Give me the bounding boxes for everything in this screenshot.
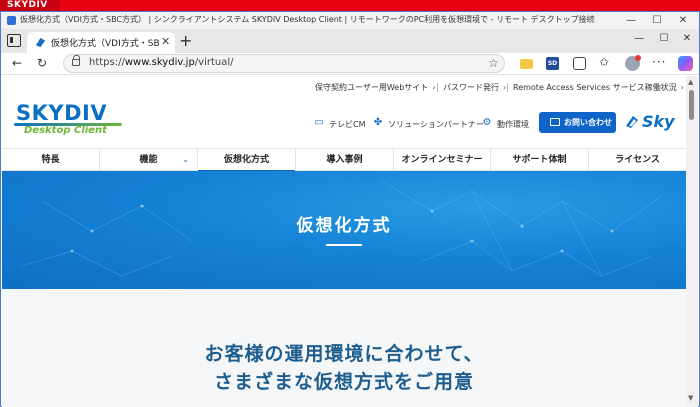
- screen: SKYDIV 仮想化方式（VDI方式・SBC方式） | シンクライアントシステム…: [0, 0, 700, 407]
- url-host: www.skydiv.jp: [124, 57, 195, 68]
- tab-active[interactable]: 仮想化方式（VDI方式・SBC方式 ✕: [27, 32, 175, 53]
- address-bar[interactable]: https://www.skydiv.jp/virtual/ ☆: [63, 54, 505, 73]
- app-icon: [7, 16, 16, 25]
- site-favicon-icon: [35, 37, 46, 48]
- copilot-icon[interactable]: [678, 56, 693, 71]
- favorites-icon[interactable]: ✩: [599, 55, 612, 69]
- sky-mark-icon: [626, 116, 638, 128]
- nav-item-cases[interactable]: 導入事例: [296, 149, 394, 171]
- profile-avatar[interactable]: [625, 55, 641, 71]
- window-title: 仮想化方式（VDI方式・SBC方式） | シンクライアントシステム SKYDIV…: [20, 15, 595, 24]
- chevron-right-icon: ›: [432, 83, 436, 92]
- main-content: お客様の運用環境に合わせて、 さまざまな仮想方式をご用意: [2, 289, 686, 407]
- browser-toolbar: ← ↻ https://www.skydiv.jp/virtual/ ☆ SD …: [1, 53, 699, 75]
- window-maximize-button[interactable]: ☐: [644, 13, 670, 28]
- sd-extension-icon[interactable]: SD: [546, 57, 559, 70]
- refresh-icon[interactable]: ↻: [34, 56, 50, 70]
- nav-item-license[interactable]: ライセンス: [589, 149, 686, 171]
- contact-button[interactable]: お問い合わせ: [539, 112, 616, 133]
- nav-item-label: 機能: [139, 155, 158, 165]
- mail-icon: [550, 118, 560, 126]
- chevron-down-icon: ⌄: [182, 155, 189, 164]
- window-close-button[interactable]: ✕: [670, 13, 696, 28]
- hero-title: 仮想化方式: [296, 216, 392, 236]
- tab-close-icon[interactable]: ✕: [161, 35, 170, 48]
- nav-item-functions[interactable]: 機能 ⌄: [100, 149, 198, 171]
- folder-extension-icon[interactable]: [520, 59, 533, 69]
- contact-label: お問い合わせ: [564, 118, 612, 127]
- window-minimize-button[interactable]: —: [618, 13, 644, 28]
- header-link-partner[interactable]: ソリューションパートナー: [388, 119, 484, 130]
- url-scheme: https://: [89, 57, 125, 68]
- util-divider: [437, 83, 438, 92]
- scroll-thumb[interactable]: [689, 90, 694, 120]
- outer-brand-bar: [0, 0, 700, 11]
- tab-actions-icon[interactable]: [7, 34, 21, 47]
- hero-banner: 仮想化方式: [2, 171, 686, 289]
- url-text[interactable]: https://www.skydiv.jp/virtual/: [89, 57, 234, 68]
- hero-underline: [326, 244, 362, 246]
- maximize-button[interactable]: ☐: [654, 33, 674, 44]
- util-link-label: パスワード発行: [443, 83, 499, 92]
- handshake-icon: ✤: [373, 117, 383, 128]
- util-link-ras-status[interactable]: Remote Access Services サービス稼働状況 ›: [513, 82, 684, 93]
- utility-bar: 保守契約ユーザー用Webサイト › パスワード発行 › Remote Access …: [2, 76, 686, 98]
- back-icon[interactable]: ←: [9, 56, 25, 70]
- page-scrollbar[interactable]: ▲ ▼: [686, 76, 698, 407]
- outer-brand-logo: SKYDIV: [7, 0, 48, 10]
- lead-heading-line2: さまざまな仮想方式をご用意: [213, 371, 474, 393]
- util-link-maintenance[interactable]: 保守契約ユーザー用Webサイト ›: [315, 82, 435, 93]
- util-link-password[interactable]: パスワード発行 ›: [443, 82, 506, 93]
- title-bar: 仮想化方式（VDI方式・SBC方式） | シンクライアントシステム SKYDIV…: [1, 12, 699, 29]
- util-divider: [507, 83, 508, 92]
- lock-icon[interactable]: [72, 55, 80, 66]
- gear-icon: ⚙: [482, 117, 492, 128]
- header-link-tvcm[interactable]: テレビCM: [329, 119, 366, 130]
- global-nav: 特長 機能 ⌄ 仮想化方式 導入事例 オンラインセミナー サポート体制 ライセンス: [2, 148, 686, 172]
- lead-heading-line1: お客様の運用環境に合わせて、: [204, 343, 484, 365]
- scroll-up-icon[interactable]: ▲: [688, 78, 693, 86]
- site-logo[interactable]: SKYDIV Desktop Client: [14, 101, 124, 139]
- tab-strip: 仮想化方式（VDI方式・SBC方式 ✕ + — ☐ ✕: [1, 29, 699, 53]
- extensions-puzzle-icon[interactable]: [573, 57, 586, 70]
- nav-item-virtualization[interactable]: 仮想化方式: [198, 149, 296, 172]
- favorite-star-icon[interactable]: ☆: [488, 56, 499, 70]
- sky-wordmark: Sky: [642, 112, 675, 131]
- web-page: 保守契約ユーザー用Webサイト › パスワード発行 › Remote Access …: [2, 76, 686, 407]
- minimize-button[interactable]: —: [629, 33, 649, 44]
- scroll-down-icon[interactable]: ▼: [688, 394, 693, 402]
- new-tab-button[interactable]: +: [179, 31, 192, 50]
- more-menu-icon[interactable]: ···: [652, 55, 666, 69]
- logo-wordmark: SKYDIV: [16, 101, 108, 125]
- tv-icon: ▭: [314, 117, 324, 128]
- close-button[interactable]: ✕: [677, 33, 697, 44]
- util-link-label: 保守契約ユーザー用Webサイト: [315, 83, 429, 92]
- nav-item-support[interactable]: サポート体制: [491, 149, 589, 171]
- util-link-label: Remote Access Services サービス稼働状況: [513, 83, 677, 92]
- chevron-right-icon: ›: [503, 83, 507, 92]
- nav-item-features[interactable]: 特長: [2, 149, 100, 171]
- nav-item-seminar[interactable]: オンラインセミナー: [394, 149, 491, 171]
- header-link-environment[interactable]: 動作環境: [497, 119, 529, 130]
- logo-subtitle: Desktop Client: [24, 125, 107, 136]
- chevron-right-icon: ›: [680, 83, 684, 92]
- tab-label: 仮想化方式（VDI方式・SBC方式: [51, 39, 159, 49]
- url-path: /virtual/: [194, 57, 234, 68]
